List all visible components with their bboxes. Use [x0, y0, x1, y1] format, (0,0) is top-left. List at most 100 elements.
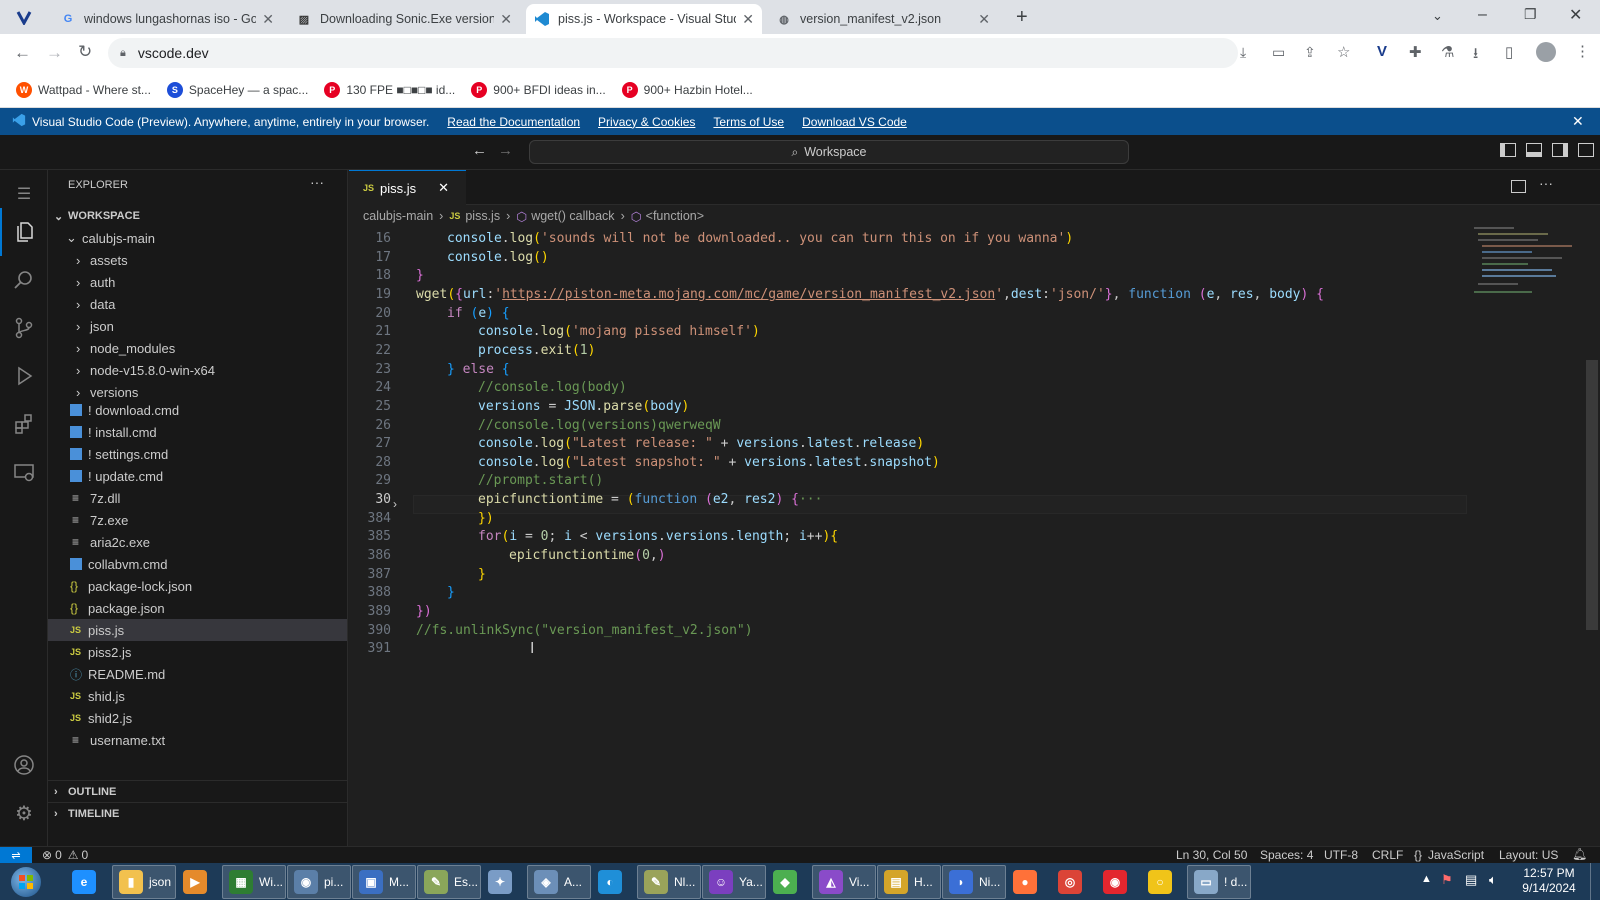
privacy-link[interactable]: Privacy & Cookies [598, 115, 695, 129]
internet-explorer-icon[interactable]: e [64, 865, 104, 899]
lab-icon[interactable]: ⚗ [1441, 43, 1454, 61]
close-banner-icon[interactable]: ✕ [1572, 113, 1584, 130]
file-item[interactable]: ≡ username.txt [48, 729, 347, 751]
code-line[interactable]: 385 for(i = 0; i < versions.versions.leng… [349, 527, 1469, 546]
show-desktop-button[interactable] [1590, 863, 1600, 900]
minimize-icon[interactable]: – [1478, 6, 1487, 24]
taskbar-app-button[interactable]: ◎ [1052, 865, 1096, 899]
eol-status[interactable]: CRLF [1372, 848, 1403, 862]
extensions-icon[interactable] [0, 400, 48, 448]
nav-forward-icon[interactable]: → [498, 142, 513, 159]
close-tab-icon[interactable]: ✕ [500, 11, 512, 28]
taskbar-app-button[interactable]: ● [1007, 865, 1051, 899]
browser-tab[interactable]: ▨ Downloading Sonic.Exe version ✕ [288, 4, 520, 34]
file-item[interactable]: ! install.cmd [48, 421, 347, 443]
code-line[interactable]: 391 [349, 639, 1469, 658]
close-window-icon[interactable]: ✕ [1569, 5, 1582, 25]
source-control-icon[interactable] [0, 304, 48, 352]
folder-auth[interactable]: › auth [48, 271, 347, 293]
file-item[interactable]: ≡ 7z.dll [48, 487, 347, 509]
more-actions-icon[interactable]: ··· [310, 174, 324, 190]
maximize-icon[interactable]: ❐ [1524, 6, 1537, 23]
folder-data[interactable]: › data [48, 293, 347, 315]
taskbar-app-button[interactable]: ◆ [767, 865, 811, 899]
file-item[interactable]: JS shid2.js [48, 707, 347, 729]
code-line[interactable]: 19 wget({url:'https://piston-meta.mojang.… [349, 285, 1469, 304]
file-item[interactable]: JS piss.js [48, 619, 347, 641]
breadcrumb-symbol[interactable]: wget() callback [531, 209, 614, 223]
taskbar-app-button[interactable]: ◉ [1097, 865, 1141, 899]
outline-section-header[interactable]: › OUTLINE [48, 780, 347, 802]
bookmark-star-icon[interactable]: ☆ [1337, 43, 1350, 61]
split-editor-icon[interactable] [1511, 180, 1526, 193]
taskbar-app-button[interactable]: ✦ [482, 865, 526, 899]
file-item[interactable]: {} package.json [48, 597, 347, 619]
code-line[interactable]: 386 epicfunctiontime(0,) [349, 546, 1469, 565]
workspace-section-header[interactable]: ⌄ WORKSPACE [48, 205, 347, 227]
taskbar-app-button[interactable]: ▭ ! d... [1187, 865, 1251, 899]
forward-icon[interactable]: → [46, 43, 63, 63]
breadcrumb-file[interactable]: piss.js [465, 209, 500, 223]
install-app-icon[interactable]: ⤓ [1240, 44, 1246, 61]
browser-tab[interactable]: G windows lungashornas iso - Go ✕ [52, 4, 282, 34]
editor-more-actions-icon[interactable]: ··· [1539, 175, 1553, 191]
taskbar-app-button[interactable]: ◭ Vi... [812, 865, 876, 899]
file-item[interactable]: ≡ aria2c.exe [48, 531, 347, 553]
taskbar-app-button[interactable]: ✎ Es... [417, 865, 481, 899]
browser-tab-active[interactable]: piss.js - Workspace - Visual Stud ✕ [526, 4, 762, 34]
code-line[interactable]: 28 console.log("Latest snapshot: " + vers… [349, 453, 1469, 472]
editor-tab-piss-js[interactable]: JS piss.js ✕ [349, 170, 466, 205]
account-icon[interactable] [0, 741, 48, 789]
file-item[interactable]: collabvm.cmd [48, 553, 347, 575]
file-item[interactable]: ! update.cmd [48, 465, 347, 487]
notifications-bell-icon[interactable]: 🔔︎ [1572, 847, 1587, 861]
extensions-icon[interactable]: ✚ [1409, 43, 1422, 61]
code-line[interactable]: 389}) [349, 602, 1469, 621]
problems-indicator[interactable]: ⊗ 0 ⚠ 0 [42, 848, 88, 862]
settings-gear-icon[interactable]: ⚙ [0, 789, 48, 837]
close-tab-icon[interactable]: ✕ [978, 11, 990, 28]
folder-assets[interactable]: › assets [48, 249, 347, 271]
taskbar-app-button[interactable]: ✎ Nl... [637, 865, 701, 899]
code-line[interactable]: 17 console.log() [349, 248, 1469, 267]
profile-avatar-icon[interactable] [1536, 42, 1556, 62]
close-editor-icon[interactable]: ✕ [438, 180, 449, 196]
download-vscode-link[interactable]: Download VS Code [802, 115, 907, 129]
start-button[interactable] [6, 865, 46, 899]
run-debug-icon[interactable] [0, 352, 48, 400]
taskbar-app-button[interactable]: ○ [1142, 865, 1186, 899]
taskbar-app-button[interactable]: ◗ Ni... [942, 865, 1006, 899]
reload-icon[interactable]: ↻ [78, 42, 92, 62]
taskbar-app-button[interactable]: ▤ H... [877, 865, 941, 899]
breadcrumb-symbol[interactable]: <function> [646, 209, 704, 223]
show-hidden-icons[interactable]: ▲ [1421, 873, 1432, 885]
share-icon[interactable]: ⇪ [1304, 44, 1316, 61]
file-item[interactable]: {} package-lock.json [48, 575, 347, 597]
vivaldi-extension-icon[interactable]: V [1377, 43, 1387, 60]
code-line[interactable]: 18} [349, 266, 1469, 285]
remote-indicator[interactable]: ⇌ [0, 847, 32, 863]
code-line[interactable]: 384}) [349, 509, 1469, 528]
file-item[interactable]: ! download.cmd [48, 399, 347, 421]
vivaldi-menu-icon[interactable] [14, 7, 34, 27]
code-line[interactable]: 20 if (e) { [349, 304, 1469, 323]
code-line[interactable]: 22 process.exit(1) [349, 341, 1469, 360]
tray-flag-icon[interactable]: ⚑ [1441, 872, 1453, 888]
indentation-status[interactable]: Spaces: 4 [1260, 848, 1313, 862]
code-line[interactable]: 387} [349, 565, 1469, 584]
bookmark-item[interactable]: P 130 FPE ■□■□■ id... [324, 81, 455, 98]
taskbar-app-button[interactable]: ▣ M... [352, 865, 416, 899]
code-line[interactable]: 29 //prompt.start() [349, 471, 1469, 490]
file-item[interactable]: ≡ 7z.exe [48, 509, 347, 531]
code-line[interactable]: 16 console.log('sounds will not be downlo… [349, 229, 1469, 248]
minimap[interactable] [1474, 227, 1584, 307]
close-tab-icon[interactable]: ✕ [262, 11, 274, 28]
browser-menu-icon[interactable]: ⋮ [1575, 42, 1590, 60]
folder-node-modules[interactable]: › node_modules [48, 337, 347, 359]
taskbar-app-button[interactable]: ◈ A... [527, 865, 591, 899]
explorer-icon[interactable] [0, 208, 48, 256]
command-center[interactable]: ⌕ Workspace [529, 140, 1129, 164]
tab-search-icon[interactable]: ⌄ [1432, 8, 1443, 24]
address-bar[interactable]: 🔒︎ vscode.dev [108, 38, 1238, 68]
taskbar-app-button[interactable]: ◐ [592, 865, 636, 899]
